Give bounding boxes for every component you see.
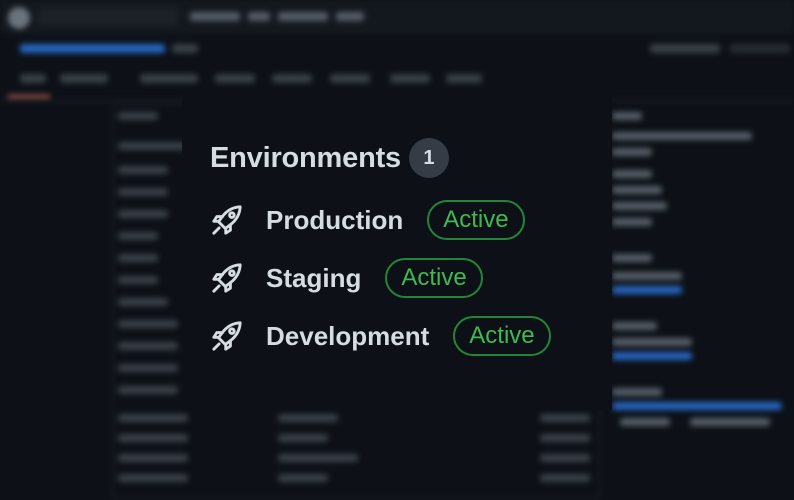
bg-sidebar	[612, 112, 642, 120]
bg-header	[0, 0, 794, 34]
bg-breadcrumb	[172, 44, 198, 53]
bg-sidebar	[612, 218, 652, 226]
bg-row	[118, 166, 168, 174]
bg-breadcrumb	[20, 44, 165, 53]
environment-item-staging[interactable]: Staging Active	[210, 258, 612, 298]
status-badge: Active	[453, 316, 551, 356]
environments-title[interactable]: Environments	[210, 140, 401, 176]
bg-logo-icon	[8, 7, 30, 29]
bg-sidebar	[612, 322, 657, 330]
bg-row	[540, 454, 590, 462]
bg-language-bar	[612, 402, 782, 410]
bg-sidebar	[612, 388, 662, 396]
bg-sidebar	[612, 170, 652, 178]
bg-crumb-right	[730, 44, 790, 53]
environment-name[interactable]: Production	[266, 204, 403, 236]
bg-sidebar	[612, 352, 692, 360]
bg-row	[118, 454, 188, 462]
bg-row	[118, 386, 178, 394]
environment-list: Production Active Staging Active Develop…	[210, 200, 612, 356]
bg-sidebar	[612, 254, 652, 262]
bg-row	[278, 474, 328, 482]
bg-sidebar	[612, 148, 652, 156]
bg-row	[278, 434, 328, 442]
bg-sidebar	[612, 272, 682, 280]
bg-row	[118, 112, 158, 120]
rocket-icon	[210, 261, 244, 295]
bg-row	[118, 276, 158, 284]
environments-count-badge: 1	[408, 138, 449, 178]
environment-item-production[interactable]: Production Active	[210, 200, 612, 240]
bg-row	[118, 254, 158, 262]
bg-tab-underline	[8, 95, 50, 98]
bg-row	[118, 320, 178, 328]
bg-crumb-right	[650, 44, 720, 53]
bg-row	[118, 364, 178, 372]
rocket-icon	[210, 203, 244, 237]
bg-row	[278, 414, 338, 422]
bg-row	[278, 454, 358, 462]
rocket-icon	[210, 319, 244, 353]
environment-name[interactable]: Development	[266, 320, 429, 352]
bg-row	[118, 210, 168, 218]
bg-nav	[248, 12, 270, 21]
bg-sidebar	[612, 132, 752, 140]
bg-sidebar	[612, 338, 692, 346]
bg-row	[118, 474, 188, 482]
bg-sidebar	[612, 186, 662, 194]
bg-row	[118, 188, 168, 196]
status-badge: Active	[385, 258, 483, 298]
bg-nav	[336, 12, 364, 21]
bg-nav	[278, 12, 328, 21]
environment-item-development[interactable]: Development Active	[210, 316, 612, 356]
bg-row	[118, 414, 188, 422]
bg-row	[118, 142, 188, 150]
bg-search	[38, 8, 178, 26]
bg-sidebar	[620, 418, 670, 426]
environments-panel: Environments 1 Production Active Staging…	[182, 90, 612, 410]
bg-row	[118, 232, 158, 240]
bg-sidebar	[612, 202, 667, 210]
bg-row	[540, 434, 590, 442]
status-badge: Active	[427, 200, 525, 240]
bg-row	[118, 342, 178, 350]
environments-header: Environments 1	[210, 138, 612, 178]
environment-name[interactable]: Staging	[266, 262, 361, 294]
bg-sidebar	[690, 418, 770, 426]
bg-sidebar	[612, 286, 682, 294]
bg-row	[118, 434, 188, 442]
bg-row	[118, 298, 168, 306]
bg-row	[540, 414, 590, 422]
bg-row	[540, 474, 590, 482]
bg-nav	[190, 12, 240, 21]
